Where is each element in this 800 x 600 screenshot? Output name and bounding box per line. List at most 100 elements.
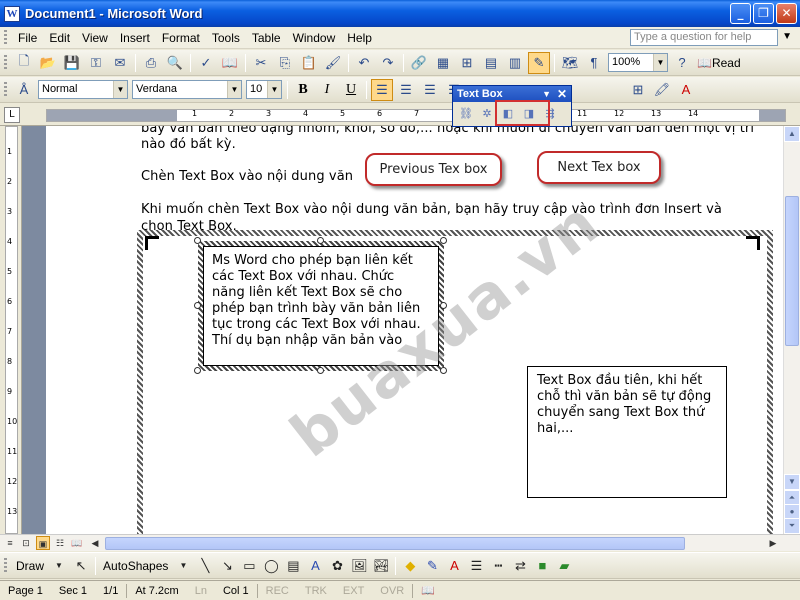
text-box-2[interactable]: Text Box đầu tiên, khi hết chỗ thì văn b… <box>527 366 727 498</box>
scroll-left-icon[interactable]: ◀ <box>88 536 102 550</box>
line-color-icon[interactable]: ✎ <box>422 556 442 576</box>
minimize-button[interactable]: _ <box>730 3 751 24</box>
rectangle-icon[interactable]: ▭ <box>239 556 259 576</box>
vertical-ruler-strip[interactable]: 1 2 3 4 5 6 7 8 9 10 11 12 13 <box>5 126 18 534</box>
highlight-icon[interactable]: 🖍 <box>651 79 673 101</box>
help-icon[interactable]: ? <box>671 52 693 74</box>
picture-icon[interactable]: 🏞 <box>371 556 391 576</box>
print-layout-icon[interactable]: ▣ <box>36 536 50 550</box>
diagram-icon[interactable]: ✿ <box>327 556 347 576</box>
underline-button[interactable]: U <box>340 79 362 101</box>
italic-button[interactable]: I <box>316 79 338 101</box>
close-icon[interactable]: ✕ <box>557 86 567 102</box>
resize-handle[interactable] <box>194 237 201 244</box>
create-link-icon[interactable]: ⛓ <box>457 105 475 123</box>
undo-icon[interactable]: ↶ <box>353 52 375 74</box>
close-button[interactable]: ✕ <box>776 3 797 24</box>
3d-style-icon[interactable]: ▰ <box>554 556 574 576</box>
document-area[interactable]: bày văn bản theo dạng nhóm, khối, sơ đồ,… <box>22 126 783 534</box>
align-right-icon[interactable]: ☰ <box>419 79 441 101</box>
horizontal-scrollbar[interactable]: ≡ ⊡ ▣ ☷ 📖 ◀ ▶ <box>0 534 800 551</box>
canvas-corner-handle[interactable] <box>145 236 159 250</box>
font-select[interactable]: Verdana ▼ <box>132 80 242 99</box>
status-ovr[interactable]: OVR <box>372 585 412 597</box>
menu-tools[interactable]: Tools <box>206 31 246 45</box>
print-preview-icon[interactable]: 🔍 <box>164 52 186 74</box>
chevron-down-icon[interactable]: ▼ <box>173 556 193 576</box>
toolbar-grip[interactable] <box>4 54 7 71</box>
align-center-icon[interactable]: ☰ <box>395 79 417 101</box>
align-left-icon[interactable]: ☰ <box>371 78 393 101</box>
chevron-down-icon[interactable]: ▼ <box>227 81 241 98</box>
chevron-down-icon[interactable]: ▼ <box>267 81 281 98</box>
format-painter-icon[interactable]: 🖌 <box>322 52 344 74</box>
insert-excel-icon[interactable]: ▤ <box>480 52 502 74</box>
menu-window[interactable]: Window <box>287 31 342 45</box>
autoshapes-menu[interactable]: AutoShapes <box>99 559 172 573</box>
zoom-select[interactable]: 100% ▼ <box>608 53 668 72</box>
hyperlink-icon[interactable]: 🔗 <box>408 52 430 74</box>
dash-style-icon[interactable]: ┅ <box>488 556 508 576</box>
line-style-icon[interactable]: ☰ <box>466 556 486 576</box>
email-icon[interactable]: ✉ <box>109 52 131 74</box>
menu-file[interactable]: File <box>12 31 43 45</box>
arrow-style-icon[interactable]: ⇄ <box>510 556 530 576</box>
resize-handle[interactable] <box>194 302 201 309</box>
fill-color-icon[interactable]: ◆ <box>400 556 420 576</box>
resize-handle[interactable] <box>440 237 447 244</box>
document-page[interactable]: bày văn bản theo dạng nhóm, khối, sơ đồ,… <box>46 126 783 534</box>
open-folder-icon[interactable]: 📂 <box>37 52 59 74</box>
outline-view-icon[interactable]: ☷ <box>53 536 67 550</box>
print-icon[interactable]: ⎙ <box>140 52 162 74</box>
redo-icon[interactable]: ↷ <box>377 52 399 74</box>
status-trk[interactable]: TRK <box>297 585 335 597</box>
spelling-icon[interactable]: ✓ <box>195 52 217 74</box>
columns-icon[interactable]: ▥ <box>504 52 526 74</box>
help-search-input[interactable]: Type a question for help <box>630 29 778 46</box>
ruler-strip[interactable]: 1 2 3 4 5 6 7 11 12 13 14 <box>46 109 786 122</box>
font-color-icon[interactable]: A <box>675 79 697 101</box>
tables-borders-icon[interactable]: ▦ <box>432 52 454 74</box>
line-icon[interactable]: ╲ <box>195 556 215 576</box>
read-button[interactable]: 📖 Read <box>694 56 744 70</box>
word-app-icon[interactable]: W <box>4 5 20 22</box>
horizontal-scroll-thumb[interactable] <box>105 537 685 550</box>
styles-formatting-icon[interactable]: Å <box>13 79 35 101</box>
cut-icon[interactable]: ✂ <box>250 52 272 74</box>
copy-icon[interactable]: ⎘ <box>274 52 296 74</box>
research-icon[interactable]: 📖 <box>219 52 241 74</box>
toolbar-grip[interactable] <box>4 557 7 574</box>
help-dropdown-icon[interactable]: ▼ <box>782 31 792 42</box>
toolbar-grip[interactable] <box>4 29 7 46</box>
scroll-down-icon[interactable]: ▼ <box>784 474 800 490</box>
spelling-status-icon[interactable]: 📖 <box>413 584 443 597</box>
draw-menu[interactable]: Draw <box>12 559 48 573</box>
chevron-down-icon[interactable]: ▼ <box>653 54 667 71</box>
save-icon[interactable]: 💾 <box>61 52 83 74</box>
tab-selector[interactable]: L <box>4 107 20 123</box>
document-map-icon[interactable]: 🗺 <box>559 52 581 74</box>
oval-icon[interactable]: ◯ <box>261 556 281 576</box>
paste-icon[interactable]: 📋 <box>298 52 320 74</box>
canvas-corner-handle[interactable] <box>746 236 760 250</box>
menu-view[interactable]: View <box>76 31 114 45</box>
menu-format[interactable]: Format <box>156 31 206 45</box>
menu-insert[interactable]: Insert <box>114 31 156 45</box>
vertical-scroll-thumb[interactable] <box>785 196 799 346</box>
menu-help[interactable]: Help <box>341 31 378 45</box>
arrow-icon[interactable]: ↘ <box>217 556 237 576</box>
font-color-icon[interactable]: A <box>444 556 464 576</box>
permission-icon[interactable]: ⚿ <box>85 52 107 74</box>
break-link-icon[interactable]: ✲ <box>478 105 496 123</box>
reading-layout-icon[interactable]: 📖 <box>70 536 84 550</box>
drawing-icon[interactable]: ✎ <box>528 51 550 74</box>
next-page-icon[interactable]: ⏷ <box>784 518 800 534</box>
shadow-style-icon[interactable]: ■ <box>532 556 552 576</box>
chevron-down-icon[interactable]: ▼ <box>113 81 127 98</box>
scroll-right-icon[interactable]: ▶ <box>766 536 780 550</box>
web-layout-icon[interactable]: ⊡ <box>19 536 33 550</box>
insert-table-icon[interactable]: ⊞ <box>456 52 478 74</box>
toolbar-grip[interactable] <box>4 81 7 98</box>
resize-handle[interactable] <box>317 237 324 244</box>
new-document-icon[interactable]: 🗋 <box>13 52 35 74</box>
